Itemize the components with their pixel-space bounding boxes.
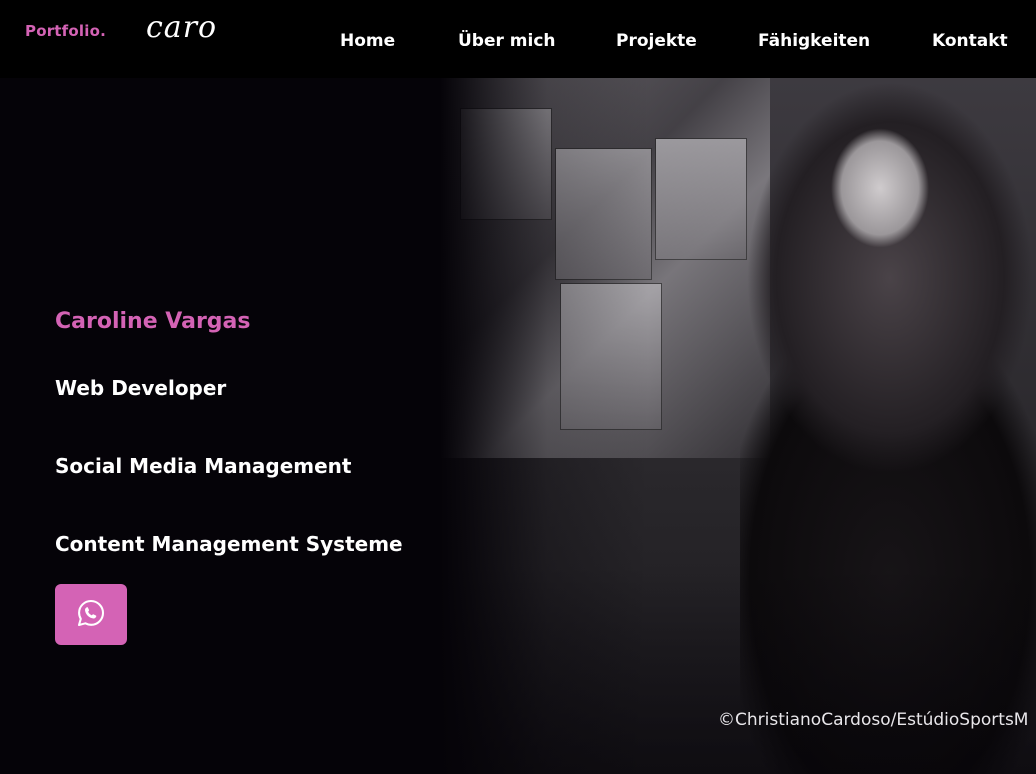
skill-cms: Content Management Systeme xyxy=(55,532,403,556)
skill-web-developer: Web Developer xyxy=(55,376,227,400)
nav-ueber-mich[interactable]: Über mich xyxy=(458,31,556,51)
nav-home[interactable]: Home xyxy=(340,31,395,51)
nav-faehigkeiten[interactable]: Fähigkeiten xyxy=(758,31,870,51)
nav-kontakt[interactable]: Kontakt xyxy=(932,31,1008,51)
photo-credit: ©ChristianoCardoso/EstúdioSportsM xyxy=(718,710,1029,730)
whatsapp-icon xyxy=(76,598,106,631)
hero-photo: ©ChristianoCardoso/EstúdioSportsM xyxy=(440,78,1036,774)
nav-projekte[interactable]: Projekte xyxy=(616,31,697,51)
header: Portfolio. caro Home Über mich Projekte … xyxy=(0,0,1036,78)
hero-name: Caroline Vargas xyxy=(55,309,251,334)
photo-fade-overlay xyxy=(440,78,1036,774)
logo[interactable]: Portfolio. xyxy=(25,22,106,40)
brand-signature: caro xyxy=(146,10,218,45)
whatsapp-button[interactable] xyxy=(55,584,127,645)
skill-social-media: Social Media Management xyxy=(55,454,352,478)
